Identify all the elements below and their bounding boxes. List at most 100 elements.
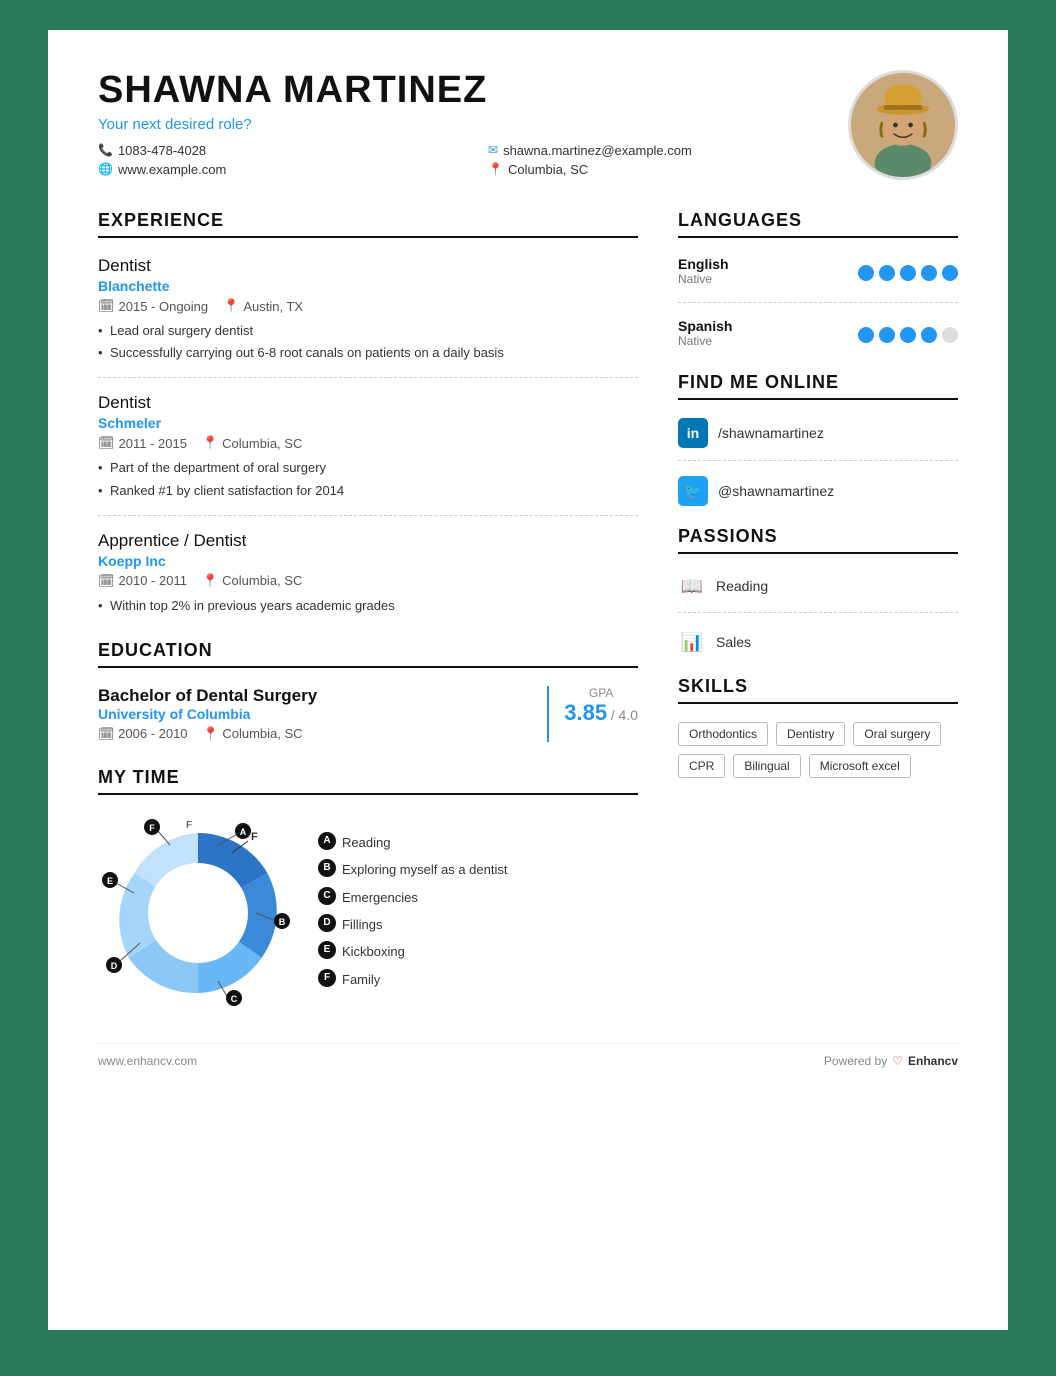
chart-legend: A Reading B Exploring myself as a dentis… — [318, 831, 507, 995]
dot-1-4 — [942, 327, 958, 343]
resume-page: SHAWNA MARTINEZ Your next desired role? … — [48, 30, 1008, 1330]
svg-text:C: C — [231, 994, 238, 1004]
legend-text-b: Exploring myself as a dentist — [342, 858, 507, 881]
lang-header-0: English Native — [678, 256, 958, 290]
legend-item-0: A Reading — [318, 831, 507, 854]
dot-0-1 — [879, 265, 895, 281]
job-title-2: Apprentice / Dentist — [98, 531, 638, 551]
job-item-0: Dentist Blanchette 🗓 2015 - Ongoing 📍 Au… — [98, 256, 638, 362]
legend-item-2: C Emergencies — [318, 886, 507, 909]
edu-location: 📍 Columbia, SC — [203, 726, 303, 742]
job-location-2: 📍 Columbia, SC — [202, 573, 302, 589]
languages-section-title: LANGUAGES — [678, 210, 958, 238]
findonline-section-title: FIND ME ONLINE — [678, 372, 958, 400]
bullet-1-1: Ranked #1 by client satisfaction for 201… — [98, 482, 638, 500]
header-left: SHAWNA MARTINEZ Your next desired role? … — [98, 70, 848, 177]
skill-1: Dentistry — [776, 722, 845, 746]
legend-letter-a: A — [318, 832, 336, 850]
legend-text-d: Fillings — [342, 913, 382, 936]
lang-dots-0 — [858, 265, 958, 281]
header-subtitle: Your next desired role? — [98, 116, 848, 133]
job-dates-1: 🗓 2011 - 2015 — [98, 435, 187, 451]
job-bullets-0: Lead oral surgery dentist Successfully c… — [98, 322, 638, 362]
dot-0-3 — [921, 265, 937, 281]
job-location-1: 📍 Columbia, SC — [202, 435, 302, 451]
dot-1-2 — [900, 327, 916, 343]
job-bullets-2: Within top 2% in previous years academic… — [98, 597, 638, 615]
lang-name-0: English — [678, 256, 729, 272]
dot-0-0 — [858, 265, 874, 281]
main-content: EXPERIENCE Dentist Blanchette 🗓 2015 - O… — [98, 210, 958, 1013]
job-location-0: 📍 Austin, TX — [223, 298, 303, 314]
lang-header-1: Spanish Native — [678, 318, 958, 352]
svg-text:E: E — [107, 876, 113, 886]
skill-0: Orthodontics — [678, 722, 768, 746]
education-block: Bachelor of Dental Surgery University of… — [98, 686, 638, 742]
bullet-0-0: Lead oral surgery dentist — [98, 322, 638, 340]
twitter-icon: 🐦 — [678, 476, 708, 506]
social-divider — [678, 460, 958, 461]
right-column: LANGUAGES English Native — [678, 210, 958, 1013]
legend-item-1: B Exploring myself as a dentist — [318, 858, 507, 881]
language-item-0: English Native — [678, 256, 958, 290]
skills-section-title: SKILLS — [678, 676, 958, 704]
job-meta-0: 🗓 2015 - Ongoing 📍 Austin, TX — [98, 298, 638, 314]
contact-phone: 📞 1083-478-4028 — [98, 143, 458, 158]
passion-item-0: 📖 Reading — [678, 572, 958, 600]
left-column: EXPERIENCE Dentist Blanchette 🗓 2015 - O… — [98, 210, 638, 1013]
lang-dots-1 — [858, 327, 958, 343]
gpa-value: 3.85 — [564, 700, 607, 725]
legend-text-f: Family — [342, 968, 380, 991]
svg-text:D: D — [111, 961, 118, 971]
dot-0-4 — [942, 265, 958, 281]
passion-name-1: Sales — [716, 634, 751, 650]
footer: www.enhancv.com Powered by ♡ Enhancv — [98, 1043, 958, 1068]
legend-text-e: Kickboxing — [342, 940, 405, 963]
brand-heart-icon: ♡ — [892, 1054, 903, 1068]
skills-grid: Orthodontics Dentistry Oral surgery CPR … — [678, 722, 958, 778]
job-item-2: Apprentice / Dentist Koepp Inc 🗓 2010 - … — [98, 531, 638, 615]
linkedin-icon: in — [678, 418, 708, 448]
gpa-label: GPA — [564, 686, 638, 700]
experience-section-title: EXPERIENCE — [98, 210, 638, 238]
location-pin-icon-1: 📍 — [202, 435, 218, 451]
contact-website: 🌐 www.example.com — [98, 162, 458, 177]
education-gpa: GPA 3.85 / 4.0 — [547, 686, 638, 742]
footer-brand: Powered by ♡ Enhancv — [824, 1054, 958, 1068]
job-company-0: Blanchette — [98, 278, 638, 294]
job-meta-2: 🗓 2010 - 2011 📍 Columbia, SC — [98, 573, 638, 589]
legend-letter-e: E — [318, 941, 336, 959]
contact-location: 📍 Columbia, SC — [488, 162, 848, 177]
job-dates-2: 🗓 2010 - 2011 — [98, 573, 187, 589]
location-pin-icon-2: 📍 — [202, 573, 218, 589]
job-title-0: Dentist — [98, 256, 638, 276]
dot-1-0 — [858, 327, 874, 343]
phone-icon: 📞 — [98, 143, 113, 157]
job-title-1: Dentist — [98, 393, 638, 413]
dot-0-2 — [900, 265, 916, 281]
twitter-handle: @shawnamartinez — [718, 483, 834, 499]
legend-letter-b: B — [318, 859, 336, 877]
gpa-max: / 4.0 — [611, 707, 638, 723]
dot-1-1 — [879, 327, 895, 343]
job-company-1: Schmeler — [98, 415, 638, 431]
passion-name-0: Reading — [716, 578, 768, 594]
job-item-1: Dentist Schmeler 🗓 2011 - 2015 📍 Columbi… — [98, 393, 638, 499]
job-company-2: Koepp Inc — [98, 553, 638, 569]
skill-2: Oral surgery — [853, 722, 941, 746]
calendar-icon: 🗓 — [98, 298, 115, 314]
powered-by-label: Powered by — [824, 1054, 887, 1068]
bullet-1-0: Part of the department of oral surgery — [98, 459, 638, 477]
book-icon: 📖 — [678, 572, 706, 600]
lang-name-1: Spanish — [678, 318, 732, 334]
svg-text:F: F — [149, 823, 155, 833]
edu-dates: 🗓 2006 - 2010 — [98, 726, 188, 742]
calendar-icon-edu: 🗓 — [98, 726, 115, 741]
education-section-title: EDUCATION — [98, 640, 638, 668]
legend-text-a: Reading — [342, 831, 390, 854]
job-dates-0: 🗓 2015 - Ongoing — [98, 298, 208, 314]
brand-name: Enhancv — [908, 1054, 958, 1068]
lang-level-1: Native — [678, 334, 732, 348]
dot-1-3 — [921, 327, 937, 343]
skill-5: Microsoft excel — [809, 754, 911, 778]
